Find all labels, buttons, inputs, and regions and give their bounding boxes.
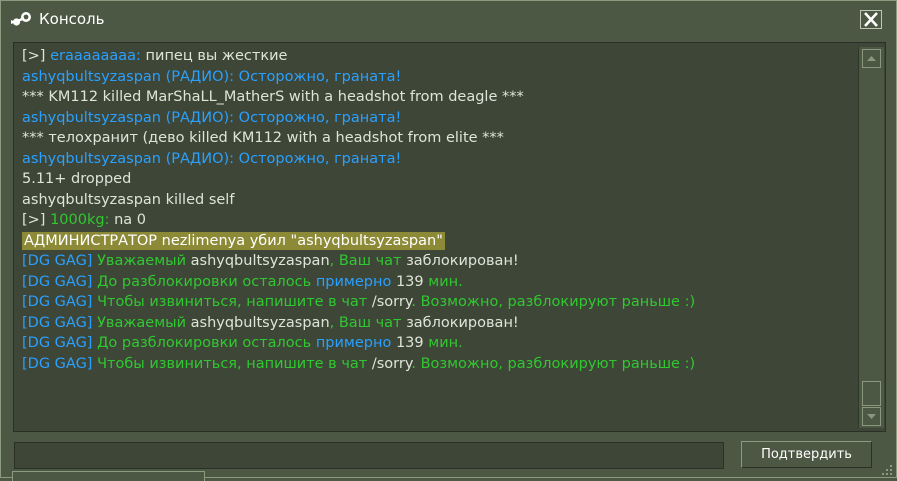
console-log: [>] eraaaaaaaa: пипец вы жесткие ashyqbul… — [22, 46, 852, 374]
scroll-up-button[interactable] — [862, 49, 881, 68]
console-line: [DG GAG] Чтобы извиниться, напишите в ча… — [22, 354, 852, 375]
console-line: ashyqbultsyzaspan (РАДИО): Осторожно, гр… — [22, 67, 852, 88]
console-line-segment: ashyqbultsyzaspan (РАДИО): Осторожно, гр… — [22, 109, 402, 126]
console-line-segment: заблокирован! — [406, 314, 519, 331]
console-line-segment: [DG GAG] — [22, 314, 98, 331]
console-line-segment: /sorry — [371, 294, 412, 310]
console-line-segment: [DG GAG] — [22, 355, 98, 372]
console-line-segment: Чтобы извиниться, напишите в чат — [97, 294, 372, 310]
console-line: ashyqbultsyzaspan killed self — [22, 190, 852, 211]
console-line: [>] eraaaaaaaa: пипец вы жесткие — [22, 46, 852, 67]
console-line-segment: . Возможно, разблокируют раньше :) — [411, 355, 696, 372]
console-line: [DG GAG] Уважаемый ashyqbultsyzaspan, Ва… — [22, 313, 852, 334]
steam-icon — [11, 12, 31, 26]
console-line-segment: *** телохранит (дево killed KM112 with a… — [22, 130, 504, 146]
console-line-segment: 139 — [395, 335, 424, 351]
console-line-segment: Уважаемый — [97, 314, 191, 331]
console-line-segment: пипец вы жесткие — [140, 48, 288, 64]
console-line-segment: До разблокировки осталось — [97, 273, 316, 290]
console-line-segment: na 0 — [109, 212, 146, 228]
command-input[interactable] — [14, 442, 724, 469]
window-title: Консоль — [39, 10, 105, 28]
console-line: *** телохранит (дево killed KM112 with a… — [22, 128, 852, 149]
scroll-down-button[interactable] — [862, 407, 881, 426]
console-window: Консоль [>] eraaaaaaaa: пипец вы жесткие… — [0, 0, 897, 481]
console-line: [DG GAG] Чтобы извиниться, напишите в ча… — [22, 292, 852, 313]
console-line-segment: /sorry — [371, 355, 412, 372]
console-line: 5.11+ dropped — [22, 169, 852, 190]
scroll-thumb[interactable] — [862, 381, 881, 406]
console-line: [DG GAG] Уважаемый ashyqbultsyzaspan, Ва… — [22, 251, 852, 272]
vertical-scrollbar[interactable] — [858, 47, 884, 428]
console-line-segment: примерно — [315, 335, 396, 351]
console-line: ashyqbultsyzaspan (РАДИО): Осторожно, гр… — [22, 108, 852, 129]
console-line-segment: [DG GAG] — [22, 294, 98, 310]
console-line-segment: , Ваш чат — [329, 253, 407, 269]
console-line-segment: заблокирован! — [406, 253, 519, 269]
console-line: [DG GAG] До разблокировки осталось приме… — [22, 272, 852, 293]
console-line-segment: ashyqbultsyzaspan killed self — [22, 191, 235, 208]
console-line-segment: [>] — [22, 212, 51, 228]
console-line-segment: eraaaaaaaa: — [50, 48, 141, 64]
console-line: *** KM112 killed MarShaLL_MatherS with a… — [22, 87, 852, 108]
console-line-segment: До разблокировки осталось — [97, 335, 316, 351]
console-line-segment: *** KM112 killed MarShaLL_MatherS with a… — [22, 89, 524, 105]
console-line-segment: . Возможно, разблокируют раньше :) — [411, 294, 696, 310]
arrow-up-icon — [867, 56, 876, 61]
console-line-segment: [DG GAG] — [22, 335, 98, 351]
resize-grip-icon[interactable] — [878, 461, 894, 477]
console-output[interactable]: [>] eraaaaaaaa: пипец вы жесткие ashyqbul… — [13, 42, 886, 432]
console-line-segment: ashyqbultsyzaspan — [190, 314, 330, 331]
console-line: [>] 1000kg: na 0 — [22, 210, 852, 231]
bottom-tab[interactable] — [12, 471, 205, 481]
console-line-segment: Уважаемый — [97, 253, 191, 269]
console-line-segment: ashyqbultsyzaspan — [190, 253, 330, 269]
console-line-segment: ashyqbultsyzaspan (РАДИО): Осторожно, гр… — [22, 68, 402, 85]
close-icon — [864, 12, 878, 27]
console-line-segment: мин. — [423, 273, 463, 290]
console-line-segment: АДМИНИСТРАТОР nezlimenya убил "ashyqbult… — [22, 231, 445, 250]
console-line-segment: 5.11+ dropped — [22, 171, 132, 187]
console-line-segment: 139 — [395, 273, 424, 290]
console-line-segment: [>] — [22, 48, 51, 64]
arrow-down-icon — [867, 414, 876, 419]
console-line-segment: Чтобы извиниться, напишите в чат — [97, 355, 372, 372]
close-button[interactable] — [860, 10, 882, 29]
submit-button[interactable]: Подтвердить — [741, 441, 872, 468]
console-line: ashyqbultsyzaspan (РАДИО): Осторожно, гр… — [22, 149, 852, 170]
console-line: АДМИНИСТРАТОР nezlimenya убил "ashyqbult… — [22, 231, 852, 252]
console-line-segment: [DG GAG] — [22, 273, 98, 290]
console-line: [DG GAG] До разблокировки осталось приме… — [22, 333, 852, 354]
console-line-segment: 1000kg: — [50, 212, 110, 228]
console-line-segment: , Ваш чат — [329, 314, 407, 331]
console-line-segment: мин. — [423, 335, 463, 351]
title-bar[interactable]: Консоль — [1, 1, 896, 37]
console-line-segment: [DG GAG] — [22, 253, 98, 269]
console-line-segment: примерно — [315, 273, 396, 290]
console-line-segment: ashyqbultsyzaspan (РАДИО): Осторожно, гр… — [22, 150, 402, 167]
